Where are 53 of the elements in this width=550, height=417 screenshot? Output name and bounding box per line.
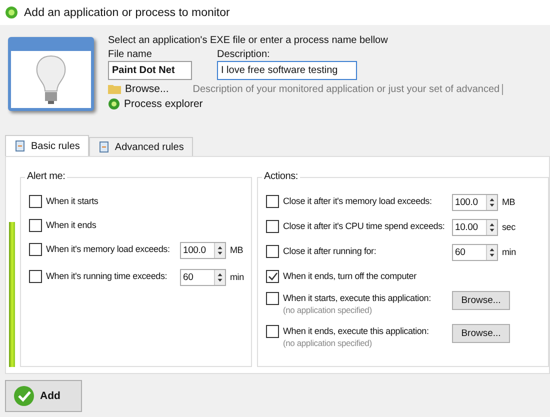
checkbox[interactable] [29,270,42,283]
checkbox[interactable] [29,195,42,208]
page-icon [14,140,26,152]
instruction-text: Select an application's EXE file or enter a process name bellow [108,35,389,46]
option-label: When it starts, execute this application: [283,292,432,305]
number-spinner[interactable]: 10.00 [452,219,498,236]
checkbox[interactable] [29,243,42,256]
unit-label: MB [502,196,516,209]
group-title: Actions: [262,171,300,182]
description-label: Description: [217,49,271,60]
tab[interactable]: Basic rules [5,135,89,156]
checkbox[interactable] [266,292,279,305]
number-spinner[interactable]: 100.0 [452,194,498,211]
checkbox[interactable] [29,219,42,232]
group-title: Alert me: [25,171,68,182]
option-label: Close it after it's memory load exceeds: [283,195,433,208]
page-icon [98,141,110,153]
tab[interactable]: Advanced rules [88,137,193,156]
unit-label: MB [230,244,244,257]
folder-icon [108,84,121,94]
note-text: (no application specified) [283,338,373,349]
description-field[interactable]: I love free software testing [217,61,357,80]
browse-link[interactable]: Browse... [108,83,169,95]
option-label: Close it after it's CPU time spend exceeds: [283,220,446,233]
check-icon [13,384,35,406]
number-spinner[interactable]: 100.0 [180,242,226,259]
option-label: When it's memory load exceeds: [46,243,171,256]
file-name-field[interactable]: Paint Dot Net [108,61,192,80]
checkbox[interactable] [266,195,279,208]
option-label: Close it after running for: [283,245,378,258]
add-button[interactable]: Add [5,380,82,412]
option-label: When it ends, turn off the computer [283,270,416,283]
checkbox[interactable] [266,270,279,283]
checkbox[interactable] [266,245,279,258]
checkbox[interactable] [266,220,279,233]
option-label: When it ends [46,219,96,232]
browse-button[interactable]: Browse... [452,324,510,343]
unit-label: min [230,271,244,284]
option-label: When it's running time exceeds: [46,270,168,283]
browse-button[interactable]: Browse... [452,291,510,310]
note-text: (no application specified) [283,305,373,316]
unit-label: sec [502,221,516,234]
number-spinner[interactable]: 60 [180,269,226,286]
number-spinner[interactable]: 60 [452,244,498,261]
description-hint: Description of your monitored application or just your set of advanced [192,84,503,94]
process-explorer-link[interactable]: Process explorer [108,98,550,110]
option-label: When it starts [46,195,98,208]
window-title: Add an application or process to monitor [24,6,230,18]
unit-label: min [502,246,516,259]
option-label: When it ends, execute this application: [283,325,430,338]
file-name-label: File name [108,49,153,60]
app-icon [5,6,18,19]
checkbox[interactable] [266,325,279,338]
